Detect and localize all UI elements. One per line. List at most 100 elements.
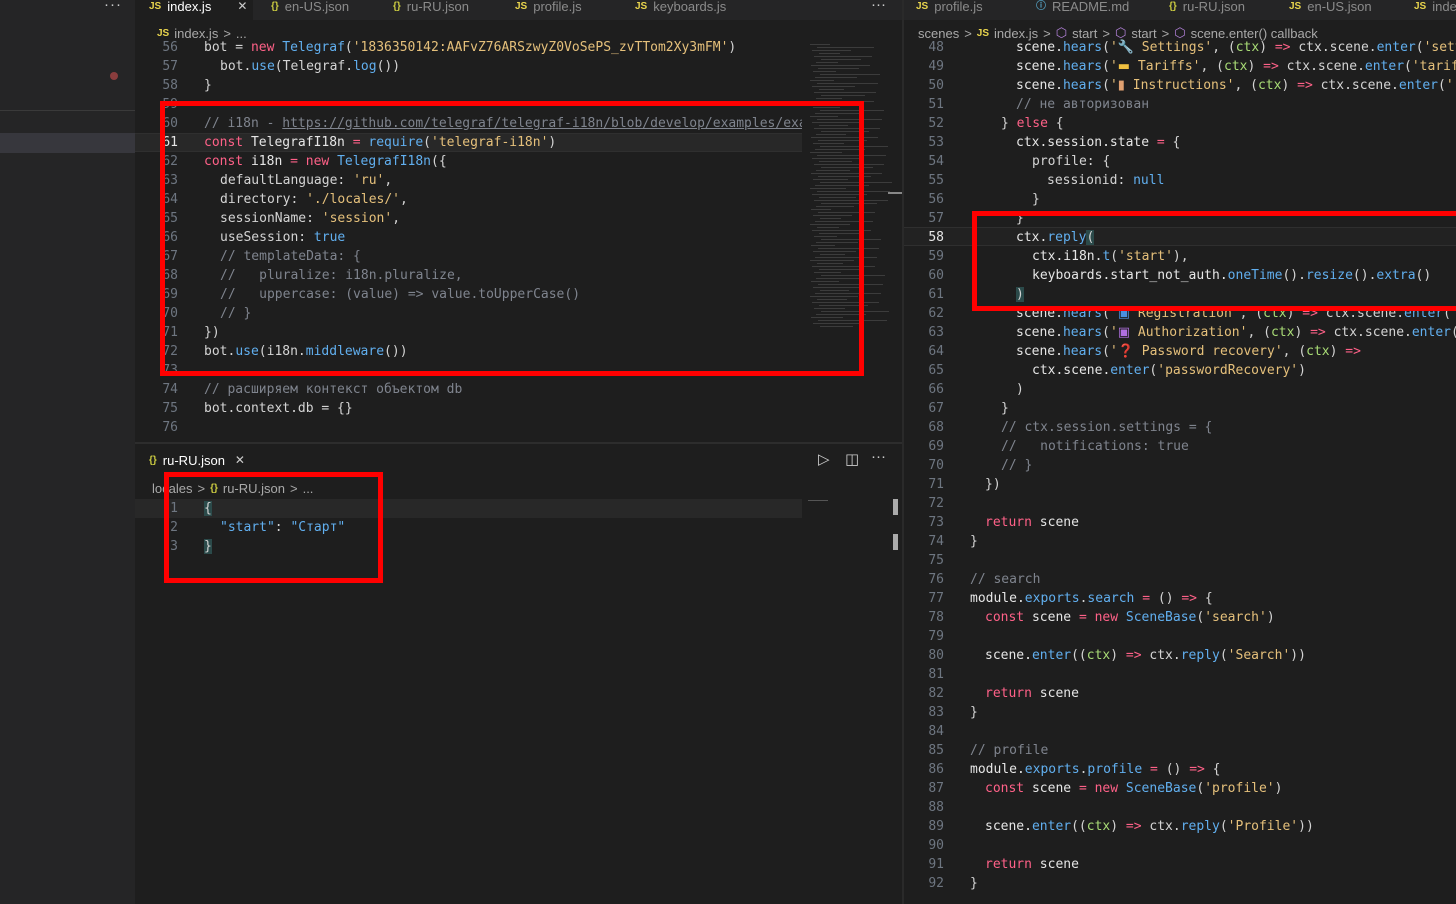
line-number: 51 <box>928 97 944 112</box>
tab-label: en-US.json <box>284 0 350 14</box>
sidebar-more-button[interactable]: ··· <box>104 0 122 13</box>
tab-profile-js[interactable]: JS profile.js <box>916 0 983 20</box>
line-number: 83 <box>928 705 944 720</box>
tab-keyboards-js[interactable]: JS keyboards.js <box>633 0 726 20</box>
line-number: 74 <box>162 382 178 397</box>
js-file-icon: JS <box>1289 1 1302 12</box>
minimap-line <box>817 47 874 48</box>
code-line: scene.hears('▬ Tariffs', (ctx) => ctx.sc… <box>1016 59 1456 74</box>
js-file-icon: JS <box>515 1 528 12</box>
code-line: ctx.scene.enter('passwordRecovery') <box>1032 363 1306 378</box>
right-tab-bar: JS profile.js ⓘ README.md {} ru-RU.json … <box>904 0 1456 20</box>
line-number: 72 <box>928 496 944 511</box>
code-editor-right[interactable]: 48 49 50 51 52 53 54 55 56 57 58 59 60 61 62 63 64 65 66 67… <box>904 38 1456 904</box>
line-number: 75 <box>162 401 178 416</box>
line-number: 65 <box>928 363 944 378</box>
line-number: 88 <box>928 800 944 815</box>
editor-more-button[interactable]: ··· <box>871 448 886 465</box>
code-line: return scene <box>985 515 1079 530</box>
js-file-icon: JS <box>916 1 929 12</box>
tab-ru-ru-json[interactable]: {} ru-RU.json <box>391 0 469 20</box>
code-line: const scene = new SceneBase('search') <box>985 610 1275 625</box>
js-file-icon: JS <box>149 1 162 12</box>
line-number: 60 <box>928 268 944 283</box>
line-number: 61 <box>928 287 944 302</box>
code-line: return scene <box>985 686 1079 701</box>
line-number: 62 <box>928 306 944 321</box>
code-line: const scene = new SceneBase('profile') <box>985 781 1283 796</box>
line-number: 75 <box>928 553 944 568</box>
line-number: 82 <box>928 686 944 701</box>
split-editor-icon[interactable]: ◫ <box>845 450 859 468</box>
minimap-line <box>814 92 876 93</box>
minimap-line <box>808 500 828 501</box>
modified-dot-icon <box>110 72 118 80</box>
tab-profile-js[interactable]: JS profile.js <box>513 0 582 20</box>
line-number: 80 <box>928 648 944 663</box>
tab-index-js[interactable]: JS index.js ✕ <box>135 0 253 20</box>
line-number: 73 <box>928 515 944 530</box>
line-number: 58 <box>928 230 944 245</box>
line-number: 91 <box>928 857 944 872</box>
tab-label: profile.js <box>533 0 582 14</box>
minimap-line <box>818 68 859 69</box>
code-line: module.exports.search = () => { <box>970 591 1213 606</box>
line-number: 50 <box>928 78 944 93</box>
code-line: scene.hears('▮ Instructions', (ctx) => c… <box>1016 78 1454 93</box>
line-number: 49 <box>928 59 944 74</box>
js-file-icon: JS <box>635 1 648 12</box>
line-number: 79 <box>928 629 944 644</box>
code-line: // не авторизован <box>1016 97 1150 112</box>
tab-label: ru-RU.json <box>162 452 225 468</box>
minimap-line <box>810 80 834 81</box>
code-line: scene.enter((ctx) => ctx.reply('Search')… <box>985 648 1306 663</box>
js-file-icon: JS <box>1414 1 1427 12</box>
json-file-icon: {} <box>393 1 401 12</box>
editor-more-button[interactable]: ··· <box>871 0 886 13</box>
line-number: 56 <box>928 192 944 207</box>
line-number: 87 <box>928 781 944 796</box>
highlight-box-i18n-config <box>160 101 864 376</box>
line-number: 55 <box>928 173 944 188</box>
run-icon[interactable]: ▷ <box>818 450 830 468</box>
minimap-line <box>816 98 842 99</box>
minimap-line <box>810 44 830 45</box>
tab-en-us-json[interactable]: {} en-US.json <box>267 0 349 20</box>
line-number: 66 <box>928 382 944 397</box>
line-number: 70 <box>928 458 944 473</box>
line-number: 54 <box>928 154 944 169</box>
tab-readme-md[interactable]: ⓘ README.md <box>1036 0 1129 20</box>
code-line: } <box>970 705 978 720</box>
code-line: // ctx.session.settings = { <box>1001 420 1213 435</box>
tab-ru-ru-json[interactable]: {} ru-RU.json <box>1169 0 1245 20</box>
code-line: } <box>1001 401 1009 416</box>
code-line: bot.context.db = {} <box>204 401 353 416</box>
tab-label: profile.js <box>934 0 983 14</box>
code-line: // search <box>970 572 1041 587</box>
line-number: 69 <box>928 439 944 454</box>
scrollbar-marker <box>893 534 898 550</box>
sidebar-selected-row[interactable] <box>0 133 135 153</box>
code-line: // notifications: true <box>1001 439 1189 454</box>
js-file-icon: JS <box>976 27 990 39</box>
code-line: scene.hears('▣ Authorization', (ctx) => … <box>1016 325 1456 340</box>
explorer-sidebar: ··· <box>0 0 135 904</box>
line-number: 59 <box>928 249 944 264</box>
minimap-line <box>817 83 878 84</box>
tab-label: index.js <box>167 0 212 14</box>
line-number: 68 <box>928 420 944 435</box>
code-line: scene.hears('❓ Password recovery', (ctx)… <box>1016 344 1361 359</box>
tab-close-icon[interactable]: ✕ <box>235 453 245 467</box>
tab-label: en-US.json <box>1307 0 1372 14</box>
minimap-line <box>819 53 840 54</box>
code-line: ) <box>1016 382 1024 397</box>
line-number: 58 <box>162 78 178 93</box>
line-number: 48 <box>928 40 944 55</box>
line-number: 57 <box>928 211 944 226</box>
tab-label: keyboards.js <box>653 0 727 14</box>
tab-en-us-json[interactable]: JS en-US.json <box>1289 0 1372 20</box>
minimap-line <box>820 74 880 75</box>
tab-index-js[interactable]: JS inde <box>1414 0 1456 20</box>
tab-close-icon[interactable]: ✕ <box>237 0 247 13</box>
line-number: 71 <box>928 477 944 492</box>
